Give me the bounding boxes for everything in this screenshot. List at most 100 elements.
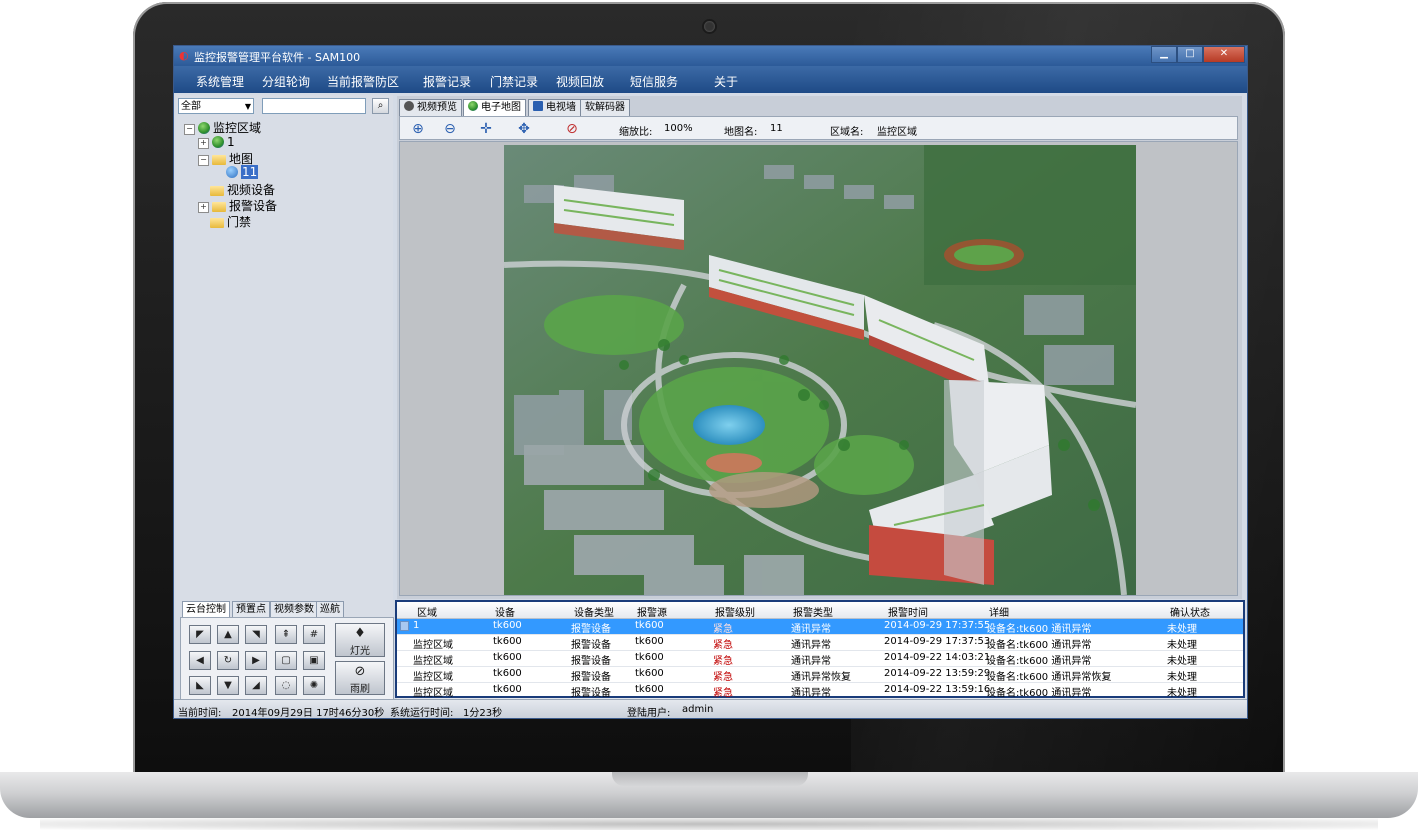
tab-soft-decoder[interactable]: 软解码器 [580,99,630,116]
filter-select[interactable]: 全部 ▼ [178,98,254,114]
menu-about[interactable]: 关于 [714,73,738,90]
menu-current-alarm-zone[interactable]: 当前报警防区 [327,73,399,90]
folder-icon [210,186,224,196]
zoom-out-lens-icon[interactable]: ▢ [275,651,297,670]
zoom-in-lens-icon[interactable]: ▣ [303,651,325,670]
cell-area: 监控区域 [413,688,453,699]
move-icon[interactable]: ✥ [514,120,534,138]
monitor-icon [533,101,543,111]
cell-alarm-type: 通讯异常 [791,688,831,699]
app-logo-icon: ◐ [179,49,189,62]
pan-down-left-icon[interactable]: ◣ [189,676,211,695]
zoom-out-icon[interactable]: ⊖ [440,120,460,138]
expand-icon[interactable]: + [198,202,209,213]
iris-open-icon[interactable]: ✺ [303,676,325,695]
device-tree: − 监控区域 +1 − 地图 11 视频设备 + 报警设备 门禁 [176,117,393,547]
search-input[interactable] [262,98,366,114]
cell-alarm-time: 2014-09-29 17:37:55 [884,620,991,631]
title-bar[interactable]: ◐ 监控报警管理平台软件 - SAM100 ▁ □ ✕ [174,46,1247,66]
cell-confirm-status: 未处理 [1167,640,1197,651]
menu-sms-service[interactable]: 短信服务 [630,73,678,90]
tree-node-map-11[interactable]: 11 [226,165,259,180]
col-alarm-source[interactable]: 报警源 [637,604,667,619]
pan-right-icon[interactable]: ▶ [245,651,267,670]
folder-icon [210,218,224,228]
table-row[interactable]: 监控区域 tk600 报警设备 tk600 紧急 通讯异常 2014-09-22… [397,683,1243,699]
zoom-in-icon[interactable]: ⊕ [408,120,428,138]
table-row[interactable]: 1 tk600 报警设备 tk600 紧急 通讯异常 2014-09-29 17… [397,619,1243,635]
close-icon[interactable]: ✕ [1203,46,1245,63]
col-alarm-type[interactable]: 报警类型 [793,604,833,619]
map-name-value: 11 [770,123,783,134]
col-alarm-level[interactable]: 报警级别 [715,604,755,619]
search-icon[interactable]: ⌕ [372,98,389,114]
menu-alarm-records[interactable]: 报警记录 [423,73,471,90]
cell-alarm-type: 通讯异常 [791,624,831,635]
focus-far-icon[interactable]: # [303,625,325,644]
minimize-icon[interactable]: ▁ [1151,46,1177,63]
collapse-icon[interactable]: − [184,124,195,135]
cell-device: tk600 [493,684,522,695]
cell-device: tk600 [493,652,522,663]
col-device-type[interactable]: 设备类型 [574,604,614,619]
tab-video-params[interactable]: 视频参数 [270,601,318,617]
light-button[interactable]: ♦ 灯光 [335,623,385,657]
iris-close-icon[interactable]: ◌ [275,676,297,695]
uptime-label: 系统运行时间: [390,708,454,719]
menu-bar: 系统管理 分组轮询 当前报警防区 报警记录 门禁记录 视频回放 短信服务 关于 [174,66,1247,93]
cell-confirm-status: 未处理 [1167,688,1197,699]
cell-alarm-level: 紧急 [713,624,733,635]
collapse-icon[interactable]: − [198,155,209,166]
expand-icon[interactable]: + [198,138,209,149]
table-row[interactable]: 监控区域 tk600 报警设备 tk600 紧急 通讯异常 2014-09-22… [397,651,1243,667]
pan-up-left-icon[interactable]: ◤ [189,625,211,644]
maximize-icon[interactable]: □ [1177,46,1203,63]
filter-select-value: 全部 [181,101,201,112]
pan-left-icon[interactable]: ◀ [189,651,211,670]
uptime-value: 1分23秒 [463,708,503,719]
clear-icon[interactable]: ⊘ [562,120,582,138]
pan-down-right-icon[interactable]: ◢ [245,676,267,695]
wiper-button[interactable]: ⊘ 雨刷 [335,661,385,695]
pan-up-right-icon[interactable]: ◥ [245,625,267,644]
pan-icon[interactable]: ✛ [476,120,496,138]
tab-video-preview[interactable]: 视频预览 [399,99,462,116]
tree-node-root[interactable]: − 监控区域 [184,119,261,135]
wiper-button-label: 雨刷 [350,684,370,695]
site-map-image[interactable] [504,145,1136,595]
tab-electronic-map[interactable]: 电子地图 [463,99,526,117]
auto-scan-icon[interactable]: ↻ [217,651,239,670]
pan-up-icon[interactable]: ▲ [217,625,239,644]
col-detail[interactable]: 详细 [989,604,1009,619]
camera-icon [404,101,414,111]
menu-group-polling[interactable]: 分组轮询 [262,73,310,90]
map-icon [226,166,238,178]
tree-node-video-devices[interactable]: 视频设备 [210,181,275,197]
tab-ptz-control[interactable]: 云台控制 [182,601,230,618]
cell-confirm-status: 未处理 [1167,624,1197,635]
menu-access-records[interactable]: 门禁记录 [490,73,538,90]
area-name-value: 监控区域 [877,127,917,138]
cell-alarm-level: 紧急 [713,672,733,683]
menu-video-playback[interactable]: 视频回放 [556,73,604,90]
tab-cruise[interactable]: 巡航 [316,601,344,617]
table-row[interactable]: 监控区域 tk600 报警设备 tk600 紧急 通讯异常恢复 2014-09-… [397,667,1243,683]
focus-near-icon[interactable]: ⇞ [275,625,297,644]
tree-node-map[interactable]: − 地图 [198,150,253,166]
tree-node-alarm-devices[interactable]: + 报警设备 [198,197,277,213]
tree-node-1[interactable]: +1 [198,135,235,150]
col-device[interactable]: 设备 [495,604,515,619]
table-row[interactable]: 监控区域 tk600 报警设备 tk600 紧急 通讯异常 2014-09-29… [397,635,1243,651]
light-button-label: 灯光 [350,646,370,657]
col-area[interactable]: 区域 [417,604,437,619]
ptz-tabs: 云台控制 预置点 视频参数 巡航 [180,601,390,618]
map-view[interactable] [399,141,1238,596]
col-confirm-status[interactable]: 确认状态 [1170,604,1210,619]
tab-preset[interactable]: 预置点 [232,601,270,617]
tab-tv-wall[interactable]: 电视墙 [528,99,581,116]
menu-system[interactable]: 系统管理 [196,73,244,90]
col-alarm-time[interactable]: 报警时间 [888,604,928,619]
tree-node-access[interactable]: 门禁 [210,213,251,229]
row-selector [400,621,409,631]
pan-down-icon[interactable]: ▼ [217,676,239,695]
